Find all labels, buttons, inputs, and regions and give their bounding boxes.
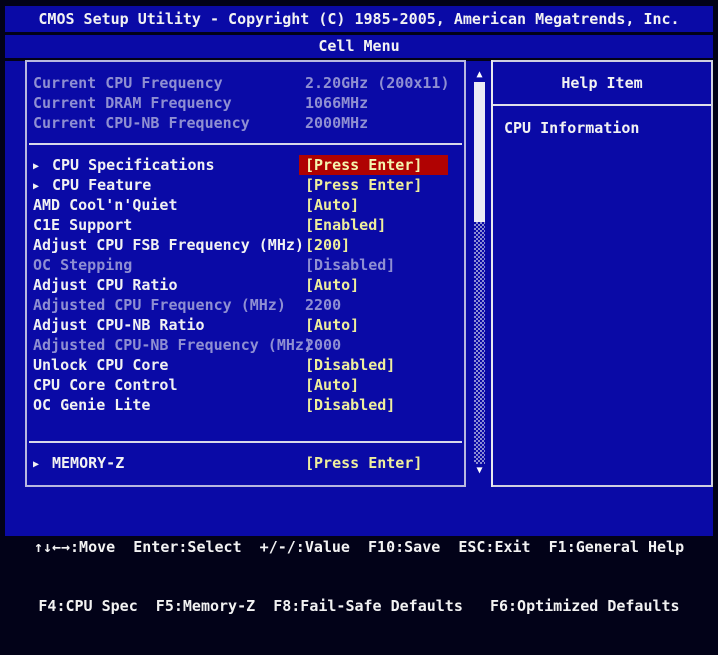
item-label: Adjusted CPU-NB Frequency (MHz) [33,336,313,354]
item-value: [Auto] [305,376,360,394]
help-panel-content: CPU Information [504,119,640,137]
submenu-arrow-icon: ▶ [33,161,40,172]
title-bar: CMOS Setup Utility - Copyright (C) 1985-… [5,6,713,35]
hotkey-line-1: ↑↓←→:Move Enter:Select +/-/:Value F10:Sa… [33,538,685,556]
hotkey-line-2: F4:CPU Spec F5:Memory-Z F8:Fail-Safe Def… [38,596,680,615]
scrollbar-thumb[interactable] [474,82,485,222]
item-label: Current CPU Frequency [33,74,223,92]
hotkey-help-bar: ↑↓←→:Move Enter:Select +/-/:Value F10:Sa… [5,493,713,615]
item-label: OC Genie Lite [33,396,151,414]
item-value: 1066MHz [305,94,369,112]
item-label: Adjust CPU Ratio [33,276,178,294]
item-label: Adjust CPU-NB Ratio [33,316,205,334]
item-label: CPU Specifications [52,156,215,174]
menu-item-amd-cool-n-quiet[interactable]: AMD Cool'n'Quiet [Auto] [27,195,464,215]
scroll-down-icon[interactable]: ▼ [473,464,486,478]
item-value: [Press Enter] [305,454,423,472]
menu-item-current-cpu-nb-frequency: Current CPU-NB Frequency 2000MHz [27,113,464,133]
scrollbar[interactable]: ▲ ▼ [473,68,486,478]
bios-screen-frame: CMOS Setup Utility - Copyright (C) 1985-… [0,0,718,615]
menu-item-adjust-cpu-nb-ratio[interactable]: Adjust CPU-NB Ratio [Auto] [27,315,464,335]
item-label: Current DRAM Frequency [33,94,232,112]
menu-item-adjust-cpu-fsb-frequency[interactable]: Adjust CPU FSB Frequency (MHz) [200] [27,235,464,255]
item-value: 2000MHz [305,114,369,132]
item-label: OC Stepping [33,256,133,274]
item-value: [Disabled] [305,256,396,274]
menu-item-adjusted-cpu-nb-frequency: Adjusted CPU-NB Frequency (MHz) 2000 [27,335,464,355]
menu-item-cpu-feature[interactable]: ▶ CPU Feature [Press Enter] [27,175,464,195]
item-label: AMD Cool'n'Quiet [33,196,178,214]
menu-item-current-cpu-frequency: Current CPU Frequency 2.20GHz (200x11) [27,73,464,93]
menu-item-oc-genie-lite[interactable]: OC Genie Lite [Disabled] [27,395,464,415]
item-value: [Disabled] [305,356,396,374]
menu-item-c1e-support[interactable]: C1E Support [Enabled] [27,215,464,235]
item-value: 2.20GHz (200x11) [305,74,450,92]
item-label: CPU Core Control [33,376,178,394]
menu-item-adjusted-cpu-frequency: Adjusted CPU Frequency (MHz) 2200 [27,295,464,315]
item-value: [Auto] [305,196,360,214]
item-label: Adjust CPU FSB Frequency (MHz) [33,236,304,254]
item-label: CPU Feature [52,176,152,194]
submenu-arrow-icon: ▶ [33,459,40,470]
item-value: 2000 [305,336,342,354]
scrollbar-track[interactable] [474,222,485,464]
item-label: MEMORY-Z [52,454,125,472]
menu-item-current-dram-frequency: Current DRAM Frequency 1066MHz [27,93,464,113]
help-panel: Help Item CPU Information [493,60,713,487]
item-value: [Auto] [305,276,360,294]
item-value: [Auto] [305,316,360,334]
menu-item-adjust-cpu-ratio[interactable]: Adjust CPU Ratio [Auto] [27,275,464,295]
scroll-up-icon[interactable]: ▲ [473,68,486,82]
help-panel-title: Help Item [493,62,711,106]
item-label: Unlock CPU Core [33,356,169,374]
item-label: C1E Support [33,216,133,234]
submenu-arrow-icon: ▶ [33,181,40,192]
item-value: [200] [305,236,351,254]
item-label: Adjusted CPU Frequency (MHz) [33,296,286,314]
page-title: Cell Menu [5,35,713,61]
separator [29,143,462,145]
separator [29,441,462,443]
item-value: [Press Enter] [305,176,423,194]
menu-item-cpu-specifications[interactable]: ▶ CPU Specifications [Press Enter] [27,155,464,175]
menu-item-unlock-cpu-core[interactable]: Unlock CPU Core [Disabled] [27,355,464,375]
item-label: Current CPU-NB Frequency [33,114,250,132]
item-value: [Press Enter] [299,155,449,175]
menu-item-oc-stepping: OC Stepping [Disabled] [27,255,464,275]
item-value: [Disabled] [305,396,396,414]
menu-item-memory-z[interactable]: ▶ MEMORY-Z [Press Enter] [27,453,464,473]
menu-item-cpu-core-control[interactable]: CPU Core Control [Auto] [27,375,464,395]
item-value: 2200 [305,296,342,314]
bios-screen: CMOS Setup Utility - Copyright (C) 1985-… [5,6,713,615]
item-value: [Enabled] [305,216,387,234]
settings-list: Current CPU Frequency 2.20GHz (200x11) Cu… [25,60,466,487]
